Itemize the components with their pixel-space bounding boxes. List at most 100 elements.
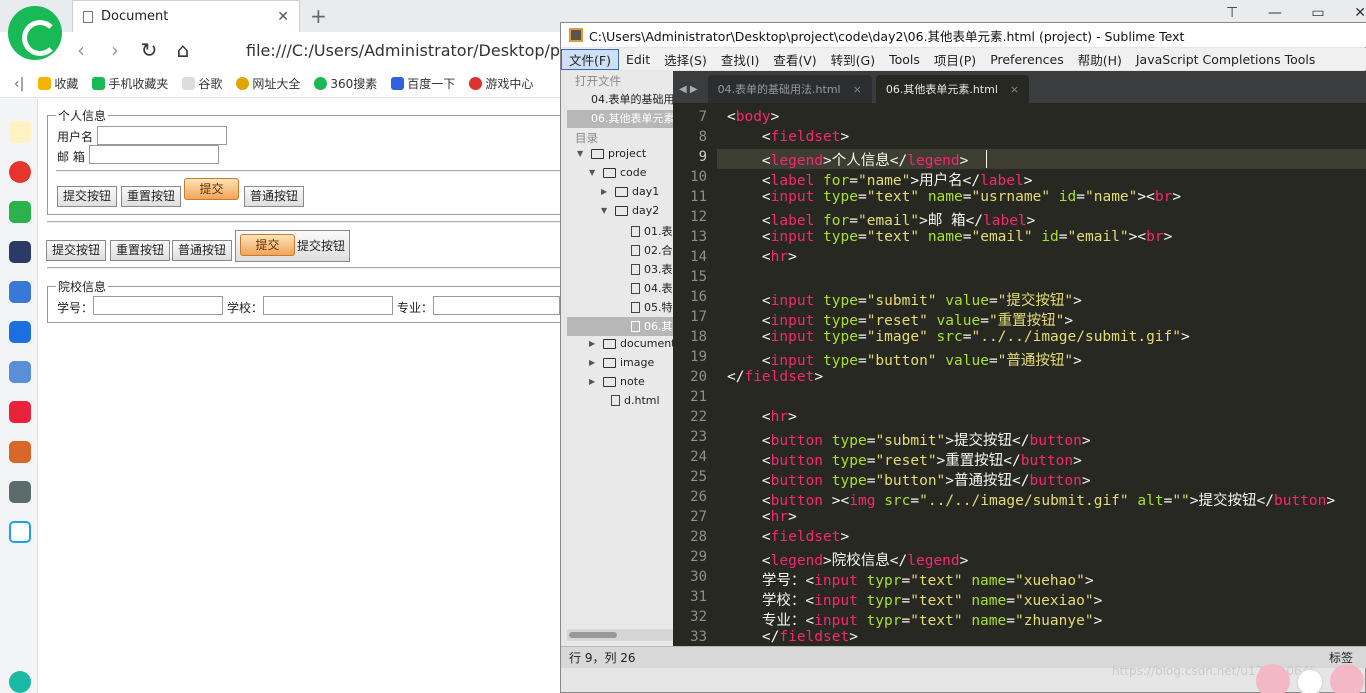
weibo-icon[interactable] [9,161,31,183]
mail-icon[interactable] [9,201,31,223]
email-input[interactable] [89,145,219,164]
sidebar-scrollbar[interactable] [567,629,673,641]
game-app-icon[interactable] [9,361,31,383]
game2-icon[interactable] [9,441,31,463]
normal-button[interactable]: 普通按钮 [244,186,305,207]
maximize-button[interactable]: ▭ [1311,5,1324,21]
tree-file[interactable]: 01.表 [631,223,673,239]
line-number: 31 [690,589,707,605]
code-editor[interactable]: 7 8 9 10 11 12 13 14 15 16 17 18 19 20 21 22 23 24 25 26 27 2… [673,103,1366,667]
bookmark-baidu[interactable]: 百度一下 [391,75,455,92]
tab-06-active[interactable]: 06.其他表单元素.html × [875,75,1030,103]
chat-icon[interactable] [9,321,31,343]
bookmark-favorites[interactable]: 收藏 [38,75,78,92]
tree-day1[interactable]: ▶ day1 [601,185,659,198]
school-input[interactable] [263,296,393,315]
address-bar[interactable]: file:///C:/Users/Administrator/Desktop/p… [236,36,599,64]
submit-button-2[interactable]: 提交按钮 [46,240,107,261]
line-number: 21 [690,389,707,405]
text-caret [986,150,987,168]
tree-document[interactable]: ▶ document [589,337,673,350]
game3-icon[interactable] [9,481,31,503]
tab-04[interactable]: 04.表单的基础用法.html × [707,75,872,103]
reset-button-2[interactable]: 重置按钮 [110,240,171,261]
menu-preferences[interactable]: Preferences [983,52,1071,67]
close-tab-icon[interactable]: × [1010,83,1019,96]
folder-icon [603,376,616,387]
menu-file[interactable]: 文件(F) [561,48,619,70]
folder-icon [603,338,616,349]
bookmark-360[interactable]: 360搜素 [314,75,377,92]
email-label: 邮 箱 [57,150,85,164]
tree-code[interactable]: ▼ code [589,166,647,179]
menu-view[interactable]: 查看(V) [766,50,823,69]
menu-selection[interactable]: 选择(S) [657,50,714,69]
tree-file[interactable]: 05.特 [631,299,673,315]
collapse-icon[interactable]: ‹| [14,76,24,92]
ime-icon[interactable] [1296,668,1324,693]
avatar-icon[interactable] [1256,664,1290,693]
collapsed-arrow-icon: ▶ [589,339,596,348]
new-tab-button[interactable]: + [310,4,327,28]
browser-tab[interactable]: Document ✕ [72,0,300,32]
image-text-button[interactable]: 提交 提交按钮 [235,230,350,262]
menu-goto[interactable]: 转到(G) [824,50,882,69]
image-submit-button[interactable]: 提交 [184,178,239,200]
tree-file[interactable]: 04.表 [631,280,673,296]
word-icon[interactable] [9,281,31,303]
code-line: <fieldset> [727,129,850,145]
bookmark-google[interactable]: 谷歌 [182,75,222,92]
pay-icon[interactable] [9,521,31,543]
tree-note[interactable]: ▶ note [589,375,645,388]
skin-icon[interactable]: ⊤ [1226,5,1238,21]
open-file-item[interactable]: 04.表单的基础用法.html [567,91,673,109]
menu-find[interactable]: 查找(I) [714,50,766,69]
major-input[interactable] [433,296,560,315]
open-file-item-active[interactable]: 06.其他表单元素.html [567,110,673,128]
tree-dhtml[interactable]: d.html [611,394,660,407]
minimize-button[interactable]: — [1268,5,1282,21]
reset-button[interactable]: 重置按钮 [121,186,182,207]
collapsed-arrow-icon: ▶ [601,187,608,196]
submit-button[interactable]: 提交按钮 [57,186,118,207]
xiaohongshu-icon[interactable] [9,401,31,423]
tree-file[interactable]: 02.合 [631,242,673,258]
menu-tools[interactable]: Tools [882,52,927,67]
bookmark-phone[interactable]: 手机收藏夹 [92,75,168,92]
username-input[interactable] [97,126,227,145]
student-no-input[interactable] [93,296,223,315]
tree-file-active[interactable]: 06.其 [631,318,673,334]
forward-icon[interactable]: › [98,38,132,62]
menu-edit[interactable]: Edit [619,52,657,67]
back-icon[interactable]: ‹ [64,38,98,62]
avatar2-icon[interactable] [1330,664,1364,693]
menu-project[interactable]: 项目(P) [927,50,983,69]
tree-day2[interactable]: ▼ day2 [601,204,659,217]
refresh-icon[interactable]: ↻ [132,38,166,62]
bookmark-sites[interactable]: 网址大全 [236,75,300,92]
code-line: <legend>院校信息</legend> [727,553,969,569]
news-icon[interactable] [9,241,31,263]
home-icon[interactable]: ⌂ [166,38,200,62]
tree-image[interactable]: ▶ image [589,356,654,369]
normal-button-2[interactable]: 普通按钮 [172,240,233,261]
menu-js-completions[interactable]: JavaScript Completions Tools [1129,52,1323,67]
bookmark-games[interactable]: 游戏中心 [469,75,533,92]
star-icon [38,77,52,90]
close-tab-icon[interactable]: × [853,83,862,96]
divider [47,221,567,223]
close-tab-icon[interactable]: ✕ [277,9,289,25]
line-number: 33 [690,629,707,645]
add-icon[interactable] [9,671,31,693]
folder-icon [615,205,628,216]
cursor-position: 行 9，列 26 [569,651,636,665]
favorites-icon[interactable] [9,121,31,143]
code-line: <legend>个人信息</legend> [727,153,969,169]
sublime-app-icon [569,28,583,42]
close-window-button[interactable]: ✕ [1354,5,1366,21]
tree-project[interactable]: ▼ project [577,147,646,160]
tab-nav-arrows-icon[interactable]: ◀ ▶ [673,75,704,103]
tree-file[interactable]: 03.表 [631,261,673,277]
expanded-arrow-icon: ▼ [601,206,608,215]
menu-help[interactable]: 帮助(H) [1071,50,1129,69]
